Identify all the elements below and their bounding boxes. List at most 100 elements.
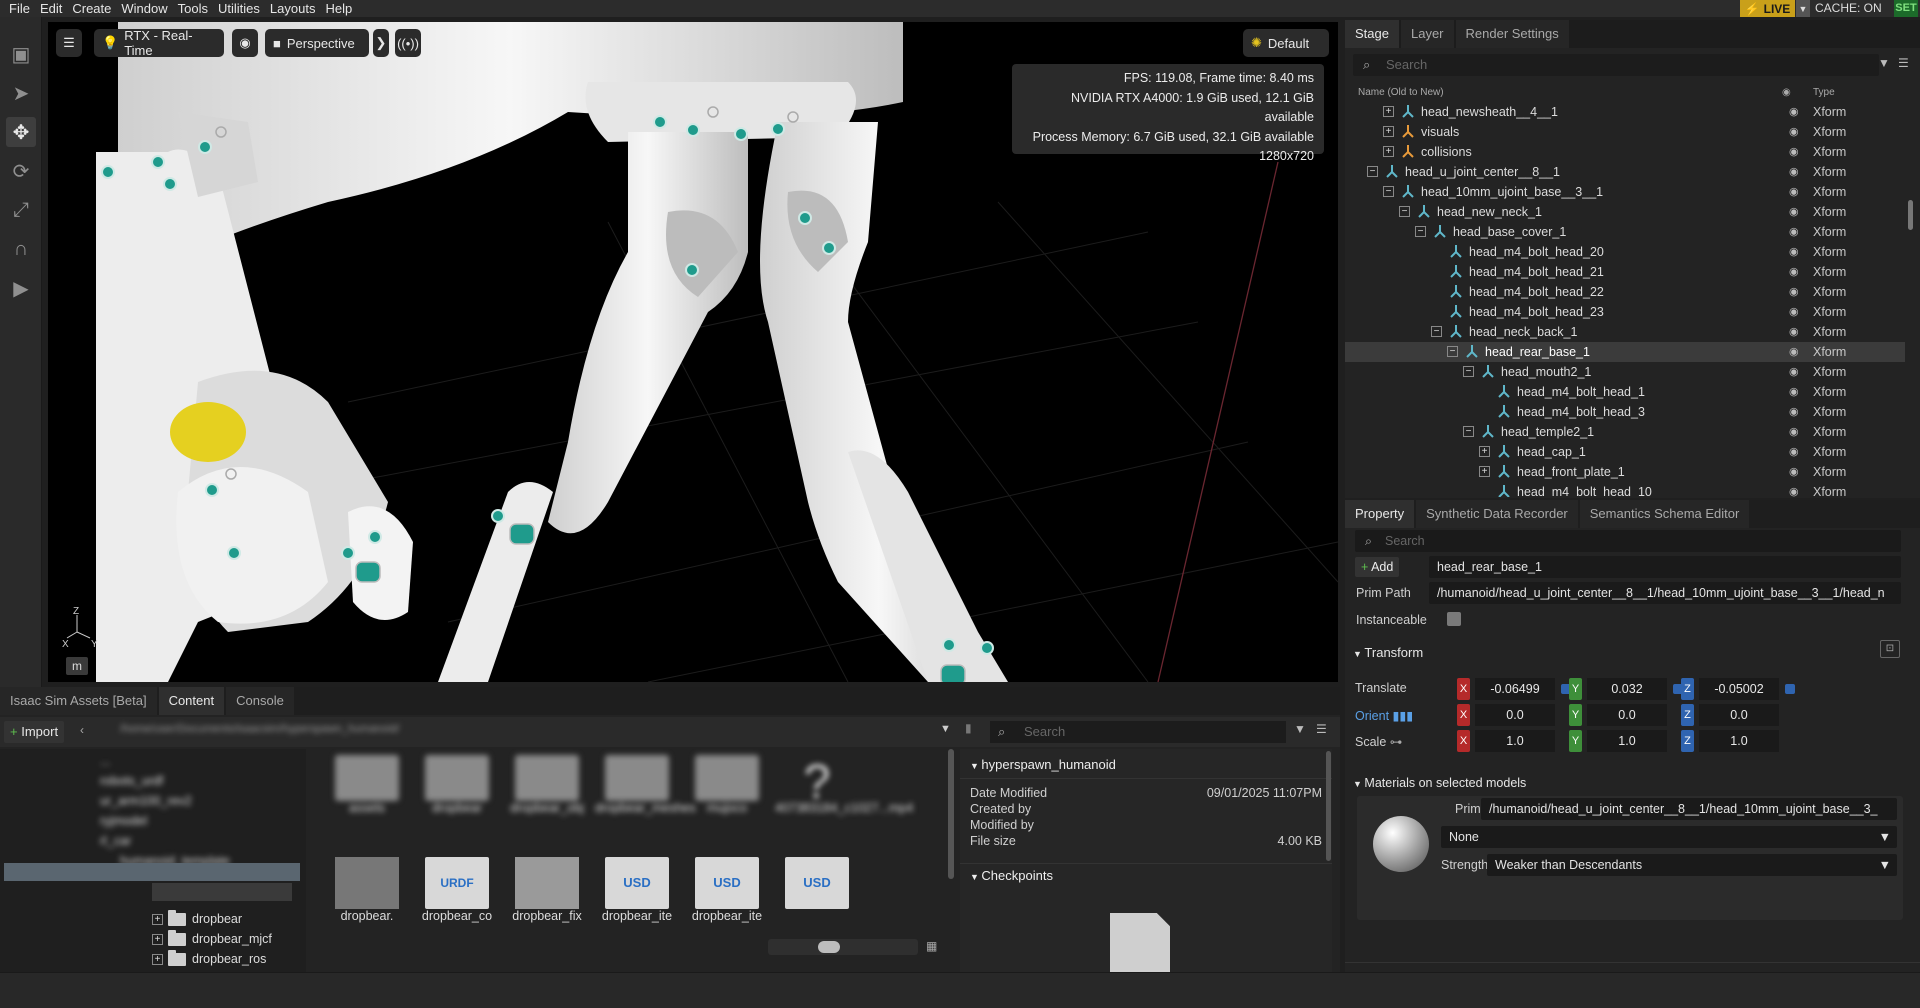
stage-row[interactable]: head_m4_bolt_head_21 ◉ Xform <box>1345 262 1905 282</box>
visibility-eye-icon[interactable]: ◉ <box>1789 162 1799 182</box>
stage-scrollbar[interactable] <box>1908 200 1913 230</box>
instanceable-checkbox[interactable] <box>1447 612 1461 626</box>
expand-icon[interactable]: + <box>152 953 163 965</box>
keyframe-icon[interactable] <box>1785 684 1795 694</box>
visibility-eye-icon[interactable]: ◉ <box>1789 402 1799 422</box>
stage-row[interactable]: + head_newsheath__4__1 ◉ Xform <box>1345 102 1905 122</box>
grid-item-dropbear-fix[interactable]: dropbear_fix <box>505 857 589 923</box>
stage-row[interactable]: − head_10mm_ujoint_base__3__1 ◉ Xform <box>1345 182 1905 202</box>
tab-property[interactable]: Property <box>1345 500 1415 528</box>
grid-item[interactable]: mujoco <box>685 755 769 815</box>
grid-view-icon[interactable]: ▦ <box>926 939 937 953</box>
expand-icon[interactable]: + <box>152 913 163 925</box>
visibility-button[interactable]: ◉ <box>232 29 258 57</box>
orient-z-field[interactable]: 0.0 <box>1699 704 1779 726</box>
visibility-eye-icon[interactable]: ◉ <box>1789 102 1799 122</box>
menu-item-create[interactable]: Create <box>67 1 116 16</box>
orient-x-field[interactable]: 0.0 <box>1475 704 1555 726</box>
scale-tool-icon[interactable]: ⤢ <box>6 195 36 225</box>
grid-item-dropbear[interactable]: dropbear. <box>325 857 409 923</box>
visibility-eye-icon[interactable]: ◉ <box>1789 442 1799 462</box>
collapse-icon[interactable]: − <box>1447 346 1458 357</box>
tab-semantics-schema-editor[interactable]: Semantics Schema Editor <box>1579 500 1750 528</box>
set-badge[interactable]: SET <box>1894 0 1918 17</box>
stage-row[interactable]: − head_u_joint_center__8__1 ◉ Xform <box>1345 162 1905 182</box>
translate-y-field[interactable]: 0.032 <box>1587 678 1667 700</box>
tab-isaac-sim-assets[interactable]: Isaac Sim Assets [Beta] <box>0 687 157 715</box>
visibility-eye-icon[interactable]: ◉ <box>1789 202 1799 222</box>
column-type-label[interactable]: Type <box>1813 87 1835 98</box>
stage-row[interactable]: + head_cap_1 ◉ Xform <box>1345 442 1905 462</box>
menu-item-window[interactable]: Window <box>116 1 172 16</box>
stage-row[interactable]: − head_rear_base_1 ◉ Xform <box>1345 342 1905 362</box>
visibility-eye-icon[interactable]: ◉ <box>1789 382 1799 402</box>
grid-item-dropbear-co[interactable]: URDF dropbear_co <box>415 857 499 923</box>
stage-row[interactable]: head_m4_bolt_head_1 ◉ Xform <box>1345 382 1905 402</box>
column-name-label[interactable]: Name (Old to New) <box>1358 87 1444 98</box>
camera-expand-button[interactable]: ❯ <box>373 29 389 57</box>
live-dropdown-button[interactable]: ▼ <box>1796 0 1810 17</box>
visibility-eye-icon[interactable]: ◉ <box>1789 142 1799 162</box>
audio-button[interactable]: ((•)) <box>395 29 421 57</box>
checkpoints-header[interactable]: ▼ Checkpoints <box>960 863 1332 887</box>
stage-row[interactable]: head_m4_bolt_head_22 ◉ Xform <box>1345 282 1905 302</box>
grid-item[interactable]: dropbear_obj <box>505 755 589 815</box>
details-header[interactable]: ▼ hyperspawn_humanoid <box>960 749 1332 779</box>
visibility-eye-icon[interactable]: ◉ <box>1789 182 1799 202</box>
menu-item-utilities[interactable]: Utilities <box>213 1 265 16</box>
menu-icon[interactable]: ☰ <box>1316 722 1327 736</box>
visibility-eye-icon[interactable]: ◉ <box>1789 462 1799 482</box>
path-field[interactable]: /home/user/Documents/isaacsim/hyperspawn… <box>120 723 940 741</box>
stage-row[interactable]: − head_mouth2_1 ◉ Xform <box>1345 362 1905 382</box>
collapse-icon[interactable]: − <box>1415 226 1426 237</box>
menu-item-edit[interactable]: Edit <box>35 1 67 16</box>
stage-row[interactable]: + visuals ◉ Xform <box>1345 122 1905 142</box>
prim-name-field[interactable]: head_rear_base_1 <box>1429 556 1901 578</box>
grid-item[interactable]: dropbear_meshes <box>595 755 696 815</box>
viewport[interactable]: ☰ 💡 RTX - Real-Time ◉ ■ Perspective ❯ ((•)… <box>48 22 1338 682</box>
render-mode-button[interactable]: 💡 RTX - Real-Time <box>94 28 224 58</box>
tab-render-settings[interactable]: Render Settings <box>1455 20 1569 48</box>
expand-icon[interactable]: + <box>152 933 163 945</box>
expand-icon[interactable]: + <box>1383 146 1394 157</box>
visibility-eye-icon[interactable]: ◉ <box>1789 362 1799 382</box>
expand-icon[interactable]: + <box>1479 466 1490 477</box>
collapse-icon[interactable]: − <box>1367 166 1378 177</box>
visibility-eye-icon[interactable]: ◉ <box>1789 262 1799 282</box>
stage-menu-icon[interactable]: ☰ <box>1898 56 1909 70</box>
lighting-button[interactable]: ✺ Default <box>1243 29 1329 57</box>
tab-layer[interactable]: Layer <box>1400 20 1454 48</box>
stage-row[interactable]: + head_front_plate_1 ◉ Xform <box>1345 462 1905 482</box>
tree-item[interactable]: ur_arm100_rev2 <box>100 791 306 811</box>
live-button[interactable]: ⚡ LIVE <box>1740 0 1795 17</box>
grid-item[interactable]: dropbear <box>415 755 499 815</box>
select-arrow-icon[interactable]: ➤ <box>6 78 36 108</box>
camera-button[interactable]: ■ Perspective <box>265 29 369 57</box>
property-search-input[interactable]: ⌕ Search <box>1355 530 1901 552</box>
expand-icon[interactable]: + <box>1479 446 1490 457</box>
back-arrow-icon[interactable]: ‹ <box>80 723 84 737</box>
strength-select[interactable]: Weaker than Descendants ▼ <box>1487 854 1897 876</box>
transform-section-header[interactable]: ▼ Transform <box>1353 645 1423 660</box>
tree-item[interactable]: rl_car <box>100 831 306 851</box>
translate-x-field[interactable]: -0.06499 <box>1475 678 1555 700</box>
grid-item[interactable]: assets <box>325 755 409 815</box>
translate-z-field[interactable]: -0.05002 <box>1699 678 1779 700</box>
tree-item-dropbear[interactable]: + dropbear <box>152 909 272 929</box>
grid-item-usd[interactable]: USD <box>775 857 859 909</box>
grid-item-dropbear-ite-1[interactable]: USD dropbear_ite <box>595 857 679 923</box>
stage-row[interactable]: − head_new_neck_1 ◉ Xform <box>1345 202 1905 222</box>
visibility-eye-icon[interactable]: ◉ <box>1789 122 1799 142</box>
stage-row[interactable]: − head_neck_back_1 ◉ Xform <box>1345 322 1905 342</box>
thumbnail-size-slider[interactable] <box>768 939 918 955</box>
collapse-icon[interactable]: − <box>1399 206 1410 217</box>
scale-y-field[interactable]: 1.0 <box>1587 730 1667 752</box>
material-prim-field[interactable]: /humanoid/head_u_joint_center__8__1/head… <box>1481 798 1897 820</box>
tab-synthetic-data-recorder[interactable]: Synthetic Data Recorder <box>1416 500 1578 528</box>
transform-options-icon[interactable]: ⊡ <box>1880 640 1900 658</box>
import-button[interactable]: + Import <box>4 721 65 743</box>
tree-item[interactable]: ryjmodel <box>100 811 306 831</box>
collapse-icon[interactable]: − <box>1463 426 1474 437</box>
stage-row[interactable]: head_m4_bolt_head_20 ◉ Xform <box>1345 242 1905 262</box>
add-button[interactable]: + Add <box>1355 557 1400 577</box>
